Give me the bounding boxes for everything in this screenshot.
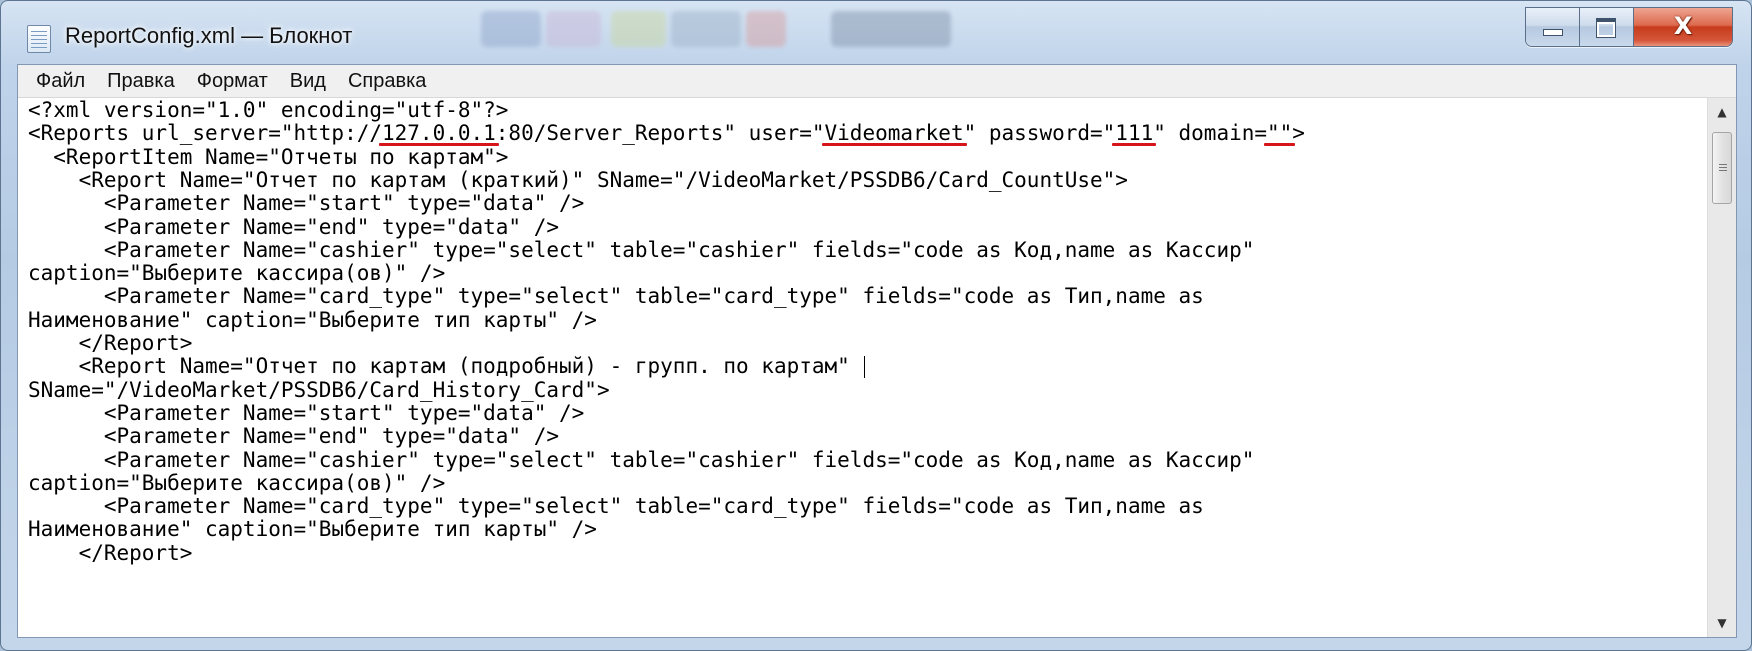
caption-buttons: X (1525, 7, 1733, 47)
text-line: <Report Name="Отчет по картам (подробный… (28, 354, 863, 379)
menu-bar: Файл Правка Формат Вид Справка (18, 65, 1736, 98)
text-line: caption="Выберите кассира(ов)" /> (28, 470, 446, 495)
minimize-button[interactable] (1526, 8, 1580, 46)
blurred-background-shape (546, 11, 601, 47)
menu-edit[interactable]: Правка (96, 65, 186, 97)
text-line: <Parameter Name="card_type" type="select… (28, 284, 1204, 309)
blurred-background-shape (481, 11, 541, 47)
menu-file[interactable]: Файл (18, 65, 96, 97)
scroll-up-arrow-icon[interactable]: ▲ (1708, 98, 1736, 126)
text-line: <Parameter Name="cashier" type="select" … (28, 237, 1255, 262)
maximize-button[interactable] (1580, 8, 1634, 46)
blurred-background-shape (746, 11, 786, 47)
text-line: <Reports url_server="http://127.0.0.1:80… (28, 121, 1305, 146)
title-bar[interactable]: ReportConfig.xml — Блокнот X (1, 1, 1751, 71)
text-line: <Report Name="Отчет по картам (краткий)"… (28, 167, 1128, 192)
red-underline-annotation (821, 143, 967, 147)
text-line: </Report> (28, 540, 193, 565)
minimize-icon (1543, 29, 1563, 36)
notepad-window: ReportConfig.xml — Блокнот X Файл Правка… (0, 0, 1752, 651)
text-line: <Parameter Name="cashier" type="select" … (28, 447, 1255, 472)
text-line: <Parameter Name="start" type="data" /> (28, 191, 585, 216)
text-line: Наименование" caption="Выберите тип карт… (28, 307, 597, 332)
menu-format[interactable]: Формат (186, 65, 279, 97)
text-caret (864, 356, 866, 379)
text-line: <Parameter Name="start" type="data" /> (28, 400, 585, 425)
scroll-down-arrow-icon[interactable]: ▼ (1708, 609, 1736, 637)
menu-help[interactable]: Справка (337, 65, 437, 97)
text-line: caption="Выберите кассира(ов)" /> (28, 261, 446, 286)
red-underline-annotation (379, 143, 499, 147)
client-area: Файл Правка Формат Вид Справка <?xml ver… (17, 64, 1737, 638)
text-line: Наименование" caption="Выберите тип карт… (28, 517, 597, 542)
maximize-icon (1596, 18, 1616, 38)
menu-view[interactable]: Вид (279, 65, 337, 97)
text-line: </Report> (28, 331, 193, 355)
blurred-background-shape (611, 11, 666, 47)
red-underline-annotation (1112, 143, 1157, 147)
blurred-background-shape (671, 11, 741, 47)
close-icon: X (1673, 12, 1693, 40)
text-editor[interactable]: <?xml version="1.0" encoding="utf-8"?> <R… (18, 98, 1708, 637)
grip-line (1719, 167, 1727, 168)
text-line: <ReportItem Name="Отчеты по картам"> (28, 144, 509, 169)
blurred-background-shape (831, 11, 951, 47)
text-line: SName="/VideoMarket/PSSDB6/Card_History_… (28, 377, 610, 402)
close-button[interactable]: X (1634, 8, 1732, 46)
text-line: <?xml version="1.0" encoding="utf-8"?> (28, 98, 509, 122)
text-line: <Parameter Name="card_type" type="select… (28, 494, 1204, 519)
red-underline-annotation (1264, 143, 1296, 147)
text-line: <Parameter Name="end" type="data" /> (28, 424, 560, 449)
window-title: ReportConfig.xml — Блокнот (65, 23, 353, 48)
vertical-scrollbar[interactable]: ▲ ▼ (1707, 98, 1736, 637)
grip-line (1719, 170, 1727, 171)
grip-line (1719, 164, 1727, 165)
notepad-icon[interactable] (27, 25, 51, 53)
text-line: <Parameter Name="end" type="data" /> (28, 214, 560, 239)
scroll-thumb[interactable] (1712, 132, 1732, 204)
